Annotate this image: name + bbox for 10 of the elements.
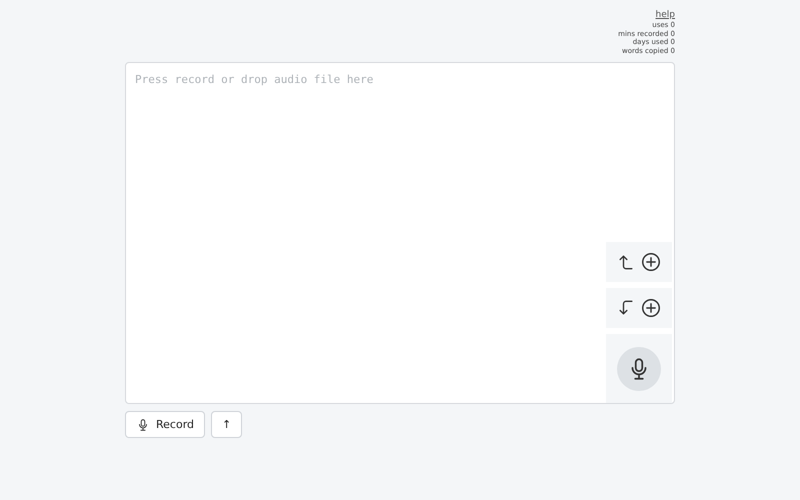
transcript-field[interactable]: Press record or drop audio file here [125, 62, 675, 404]
plus-icon [640, 251, 662, 273]
insert-below-button[interactable] [606, 288, 672, 328]
help-link[interactable]: help [656, 9, 675, 21]
upload-button[interactable]: ↑ [211, 411, 242, 438]
insert-above-button[interactable] [606, 242, 672, 282]
plus-icon [640, 297, 662, 319]
microphone-icon [136, 418, 150, 432]
record-button[interactable]: Record [125, 411, 206, 438]
microphone-button[interactable] [617, 346, 661, 390]
